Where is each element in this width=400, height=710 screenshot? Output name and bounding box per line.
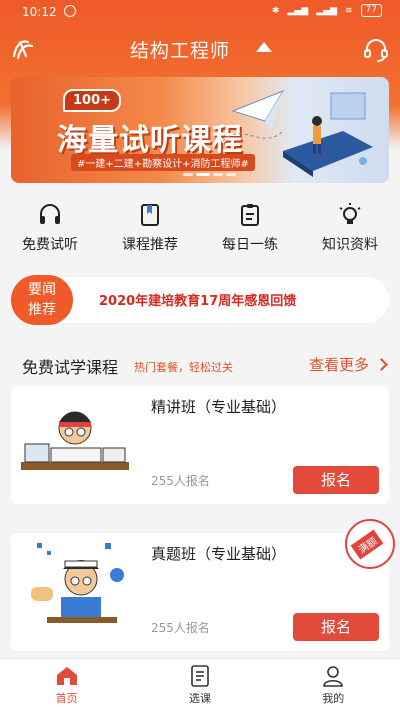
enrollment-count: 255人报名 bbox=[151, 621, 210, 635]
title-bar: 结构工程师 bbox=[0, 30, 400, 70]
tab-label: 选课 bbox=[188, 692, 211, 705]
course-illustration bbox=[31, 543, 124, 623]
banner-illustration bbox=[222, 89, 373, 177]
news-badge-line1: 要闻 bbox=[28, 282, 56, 298]
course-card[interactable]: 真题班（专业基础） 255人报名 报名 满额 bbox=[11, 519, 395, 651]
course-list-icon bbox=[191, 665, 209, 687]
status-bar: 10:12 ✱ ▂▄▆ ▂▄▆ ≋ 77 bbox=[0, 0, 400, 24]
news-badge: 要闻 推荐 bbox=[11, 275, 73, 325]
course-illustration bbox=[21, 411, 129, 470]
status-time: 10:12 bbox=[22, 5, 57, 19]
bookmark-book-icon bbox=[141, 204, 159, 226]
home-icon bbox=[56, 667, 77, 685]
alarm-icon bbox=[64, 5, 76, 17]
signup-button[interactable]: 报名 bbox=[293, 613, 379, 641]
promo-banner[interactable]: 100+ 海量试听课程 #一建+二建+勘察设计+消防工程师# bbox=[11, 77, 389, 183]
signup-button[interactable]: 报名 bbox=[293, 466, 379, 494]
tab-label: 首页 bbox=[55, 692, 78, 705]
course-card[interactable]: 精讲班（专业基础） 255人报名 报名 bbox=[11, 386, 389, 504]
section-subtitle: 热门套餐，轻松过关 bbox=[134, 361, 233, 374]
quicknav-label: 每日一练 bbox=[222, 237, 278, 253]
pagination-dot[interactable] bbox=[226, 173, 236, 176]
pagination-dot[interactable] bbox=[183, 173, 193, 176]
chevron-right-icon bbox=[375, 358, 388, 371]
see-more-label: 查看更多 bbox=[308, 356, 369, 374]
pagination-dot-active[interactable] bbox=[196, 173, 210, 176]
quicknav-knowledge[interactable]: 知识资料 bbox=[300, 196, 400, 266]
logo-icon[interactable] bbox=[10, 36, 36, 62]
banner-badge: 100+ bbox=[63, 89, 122, 112]
course-title: 真题班（专业基础） bbox=[151, 545, 287, 563]
user-icon bbox=[323, 666, 344, 687]
battery-icon: 77 bbox=[360, 4, 382, 17]
headphones-icon bbox=[40, 204, 60, 224]
quicknav-daily-practice[interactable]: 每日一练 bbox=[200, 196, 300, 266]
tab-home[interactable]: 首页 bbox=[0, 659, 133, 710]
section-title: 免费试学课程 bbox=[22, 358, 119, 377]
lightbulb-icon bbox=[339, 203, 361, 224]
course-title: 精讲班（专业基础） bbox=[151, 398, 287, 416]
quicknav-label: 知识资料 bbox=[322, 237, 378, 253]
bottom-tab-bar: 首页 选课 我的 bbox=[0, 658, 400, 710]
banner-pagination bbox=[183, 173, 236, 176]
news-headline[interactable]: 2020年建培教育17周年感恩回馈 bbox=[99, 290, 296, 309]
quicknav-free-listen[interactable]: 免费试听 bbox=[0, 196, 100, 266]
pagination-dot[interactable] bbox=[213, 173, 223, 176]
app-title[interactable]: 结构工程师 bbox=[130, 36, 230, 63]
clipboard-icon bbox=[241, 204, 259, 226]
bluetooth-icon: ✱ bbox=[271, 5, 280, 16]
status-indicators: ✱ ▂▄▆ ▂▄▆ ≋ 77 bbox=[272, 4, 382, 17]
customer-service-icon[interactable] bbox=[362, 36, 390, 64]
full-stamp: 满额 bbox=[345, 519, 395, 569]
tab-profile[interactable]: 我的 bbox=[267, 659, 400, 710]
news-badge-line2: 推荐 bbox=[28, 302, 56, 318]
signal-icon: ▂▄▆ bbox=[287, 5, 309, 16]
full-stamp-label: 满额 bbox=[350, 529, 384, 560]
quicknav-course-recommend[interactable]: 课程推荐 bbox=[100, 196, 200, 266]
quicknav-label: 课程推荐 bbox=[122, 237, 178, 253]
tab-label: 我的 bbox=[322, 692, 345, 705]
enrollment-count: 255人报名 bbox=[151, 474, 210, 488]
quick-nav: 免费试听 课程推荐 每日一练 知识资料 bbox=[0, 196, 400, 266]
see-more-link[interactable]: 查看更多 bbox=[308, 354, 388, 375]
quicknav-label: 免费试听 bbox=[22, 237, 78, 253]
wifi-icon: ≋ bbox=[345, 5, 353, 16]
caret-up-icon[interactable] bbox=[256, 42, 272, 52]
tab-courses[interactable]: 选课 bbox=[133, 659, 266, 710]
news-bar[interactable]: 要闻 推荐 2020年建培教育17周年感恩回馈 bbox=[11, 275, 389, 325]
section-header: 免费试学课程 热门套餐，轻松过关 查看更多 bbox=[0, 350, 400, 380]
signal-icon-2: ▂▄▆ bbox=[316, 5, 337, 16]
